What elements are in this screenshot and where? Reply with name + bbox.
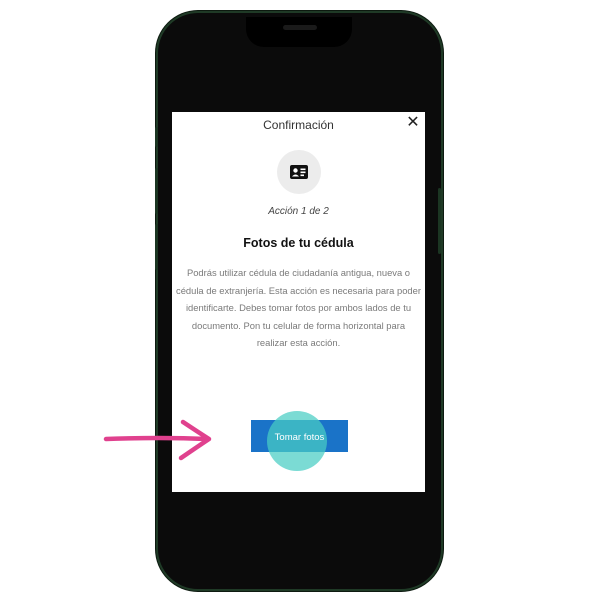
id-card-icon [277,150,321,194]
phone-power-button [438,188,441,254]
section-heading: Fotos de tu cédula [243,236,354,250]
dialog-title: Confirmación [263,118,334,132]
stage: Confirmación ✕ Acción 1 de 2 Fotos de tu… [0,0,600,600]
phone-notch [246,17,352,47]
pointing-arrow-icon [103,419,212,461]
take-photos-button-label: Tomar fotos [274,432,325,443]
step-indicator: Acción 1 de 2 [268,206,329,217]
phone-volume-up [155,168,158,214]
phone-volume-down [155,224,158,270]
close-icon[interactable]: ✕ [404,114,422,132]
instructions-text: Podrás utilizar cédula de ciudadanía ant… [176,267,421,348]
phone-mute-switch [155,127,158,147]
phone-speaker [283,25,317,30]
